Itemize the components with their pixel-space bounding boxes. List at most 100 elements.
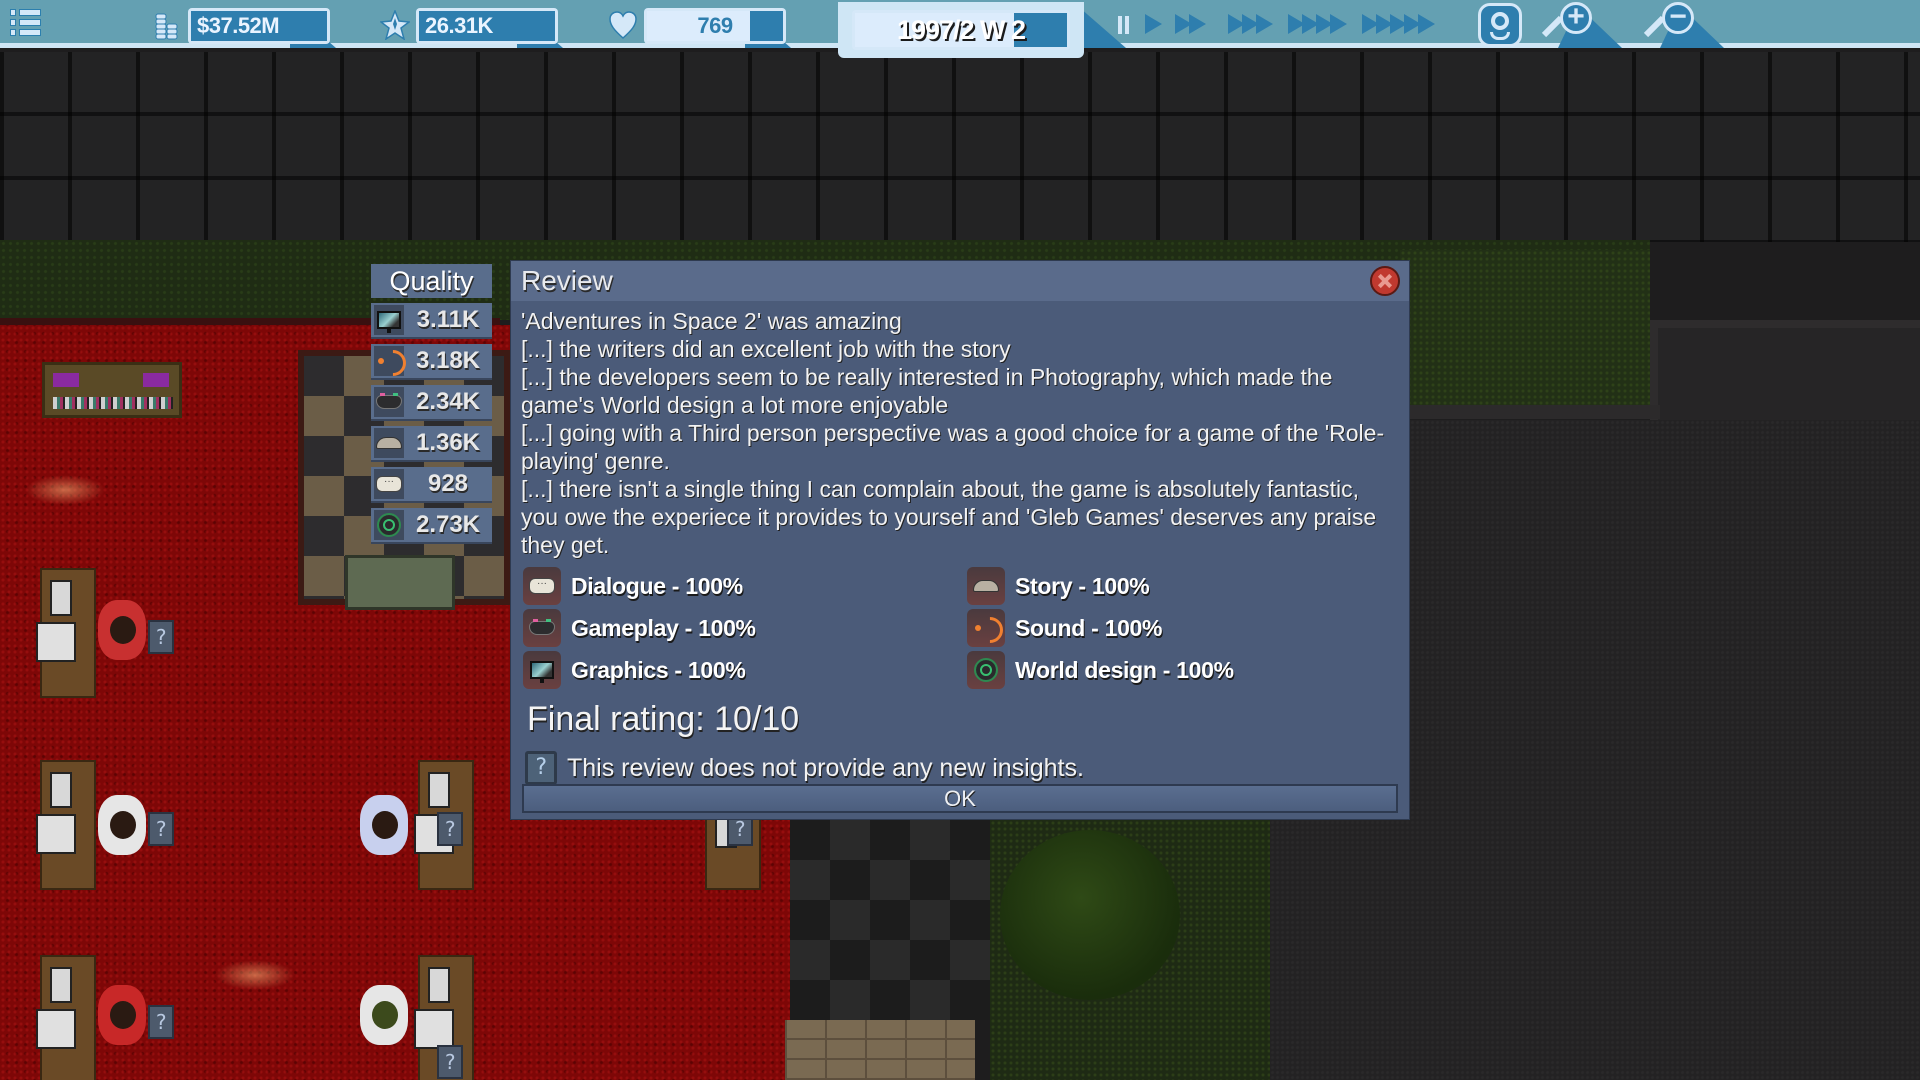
question-mark-icon[interactable]: ?: [148, 620, 174, 654]
date-frame: 1997/2 W 2: [852, 10, 1070, 50]
employee[interactable]: [98, 600, 146, 660]
dialogue-icon: ···: [523, 567, 561, 605]
insight-text: This review does not provide any new ins…: [567, 753, 1084, 782]
gameplay-icon: [374, 387, 404, 417]
bookshelf[interactable]: [42, 362, 182, 418]
employee[interactable]: [98, 985, 146, 1045]
employee[interactable]: [360, 795, 408, 855]
score-world-design: World design - 100%: [967, 651, 1234, 689]
monitor: [36, 622, 76, 662]
zoom-in-button[interactable]: +: [1538, 0, 1628, 48]
hype-display[interactable]: 769: [644, 8, 786, 44]
close-icon[interactable]: [1370, 266, 1400, 296]
week-progress-bar: 1997/2 W 2: [855, 13, 1067, 47]
employee-head: [110, 811, 136, 839]
question-mark-icon[interactable]: ?: [437, 1045, 463, 1079]
review-dialog: Review 'Adventures in Space 2' was amazi…: [510, 260, 1410, 820]
hype-value: 769: [697, 13, 733, 38]
money-value: $37.52M: [191, 11, 327, 41]
quality-row-world-design: 2.73K: [371, 508, 492, 544]
score-label: Dialogue - 100%: [571, 572, 743, 599]
score-label: Graphics - 100%: [571, 656, 746, 683]
final-rating: Final rating: 10/10: [527, 700, 800, 738]
computer-tower: [50, 967, 72, 1003]
menu-line: [10, 9, 16, 16]
question-mark-icon[interactable]: ?: [148, 812, 174, 846]
cabinet[interactable]: [345, 555, 455, 610]
employee[interactable]: [98, 795, 146, 855]
quality-value: 1.36K: [415, 429, 481, 456]
menu-line: [10, 19, 16, 26]
floor-lamp: [215, 960, 295, 990]
score-graphics: Graphics - 100%: [523, 651, 746, 689]
speed-2-button[interactable]: [1175, 14, 1206, 36]
hype-bar: 769: [647, 11, 783, 41]
fans-display[interactable]: 26.31K: [416, 8, 558, 44]
desk[interactable]: [36, 955, 96, 1080]
date-tab-shadow: [1080, 8, 1126, 48]
tree: [1000, 830, 1180, 1000]
quality-row-story: 1.36K: [371, 426, 492, 462]
dialogue-icon: ···: [374, 469, 404, 499]
date-value: 1997/2 W 2: [896, 15, 1026, 45]
graphics-icon: [523, 651, 561, 689]
speed-5-button[interactable]: [1362, 14, 1435, 36]
shelf-item: [53, 373, 79, 387]
speed-4-button[interactable]: [1288, 14, 1347, 36]
dialog-title: Review: [511, 261, 1409, 301]
quality-title: Quality: [371, 264, 492, 298]
speed-1-button[interactable]: [1145, 14, 1162, 36]
question-mark-icon: ?: [525, 751, 557, 785]
monitor: [36, 1009, 76, 1049]
quality-row-gameplay: 2.34K: [371, 385, 492, 421]
employee-head: [110, 1001, 136, 1029]
curb: [1410, 405, 1660, 419]
desk[interactable]: [36, 568, 96, 698]
review-line: 'Adventures in Space 2' was amazing: [521, 308, 902, 334]
review-line: [...] the writers did an excellent job w…: [521, 336, 1011, 362]
score-label: Gameplay - 100%: [571, 614, 756, 641]
computer-tower: [50, 772, 72, 808]
grass-patch: [1400, 250, 1650, 410]
score-dialogue: ··· Dialogue - 100%: [523, 567, 743, 605]
score-breakdown: ··· Dialogue - 100% Story - 100% Gamepla…: [511, 567, 1409, 693]
webcam-icon: [1491, 12, 1509, 30]
shelf-books: [53, 397, 173, 409]
quality-value: 928: [427, 470, 469, 497]
world-design-icon: [967, 651, 1005, 689]
score-gameplay: Gameplay - 100%: [523, 609, 756, 647]
camera-follow-button[interactable]: [1478, 3, 1522, 47]
menu-line: [19, 9, 41, 16]
employee-head: [372, 1001, 398, 1029]
quality-row-graphics: 3.11K: [371, 303, 492, 339]
score-story: Story - 100%: [967, 567, 1150, 605]
score-label: Story - 100%: [1015, 572, 1150, 599]
monitor: [414, 1009, 454, 1049]
quality-value: 2.34K: [415, 388, 481, 415]
employee[interactable]: [360, 985, 408, 1045]
tiled-floor: [790, 820, 990, 1020]
graphics-icon: [374, 305, 404, 335]
question-mark-icon[interactable]: ?: [437, 812, 463, 846]
minus-icon: −: [1669, 0, 1687, 33]
fans-value: 26.31K: [419, 11, 555, 41]
ok-button[interactable]: OK: [522, 784, 1398, 813]
insight-row: ? This review does not provide any new i…: [511, 751, 1409, 785]
play-arrow-icon: [1330, 14, 1347, 34]
question-mark-icon[interactable]: ?: [148, 1005, 174, 1039]
coins-icon: [152, 10, 180, 40]
monitor: [36, 814, 76, 854]
date-display[interactable]: 1997/2 W 2: [838, 2, 1084, 58]
review-line: [...] going with a Third person perspect…: [521, 420, 1385, 474]
money-display[interactable]: $37.52M: [188, 8, 330, 44]
quality-row-sound: 3.18K: [371, 344, 492, 380]
menu-list-icon[interactable]: [10, 8, 42, 38]
score-sound: Sound - 100%: [967, 609, 1163, 647]
quality-value: 3.18K: [415, 347, 481, 374]
computer-tower: [428, 772, 450, 808]
zoom-out-button[interactable]: −: [1640, 0, 1730, 48]
desk[interactable]: [36, 760, 96, 890]
computer-tower: [50, 580, 72, 616]
speed-3-button[interactable]: [1228, 14, 1273, 36]
computer-tower: [428, 967, 450, 1003]
